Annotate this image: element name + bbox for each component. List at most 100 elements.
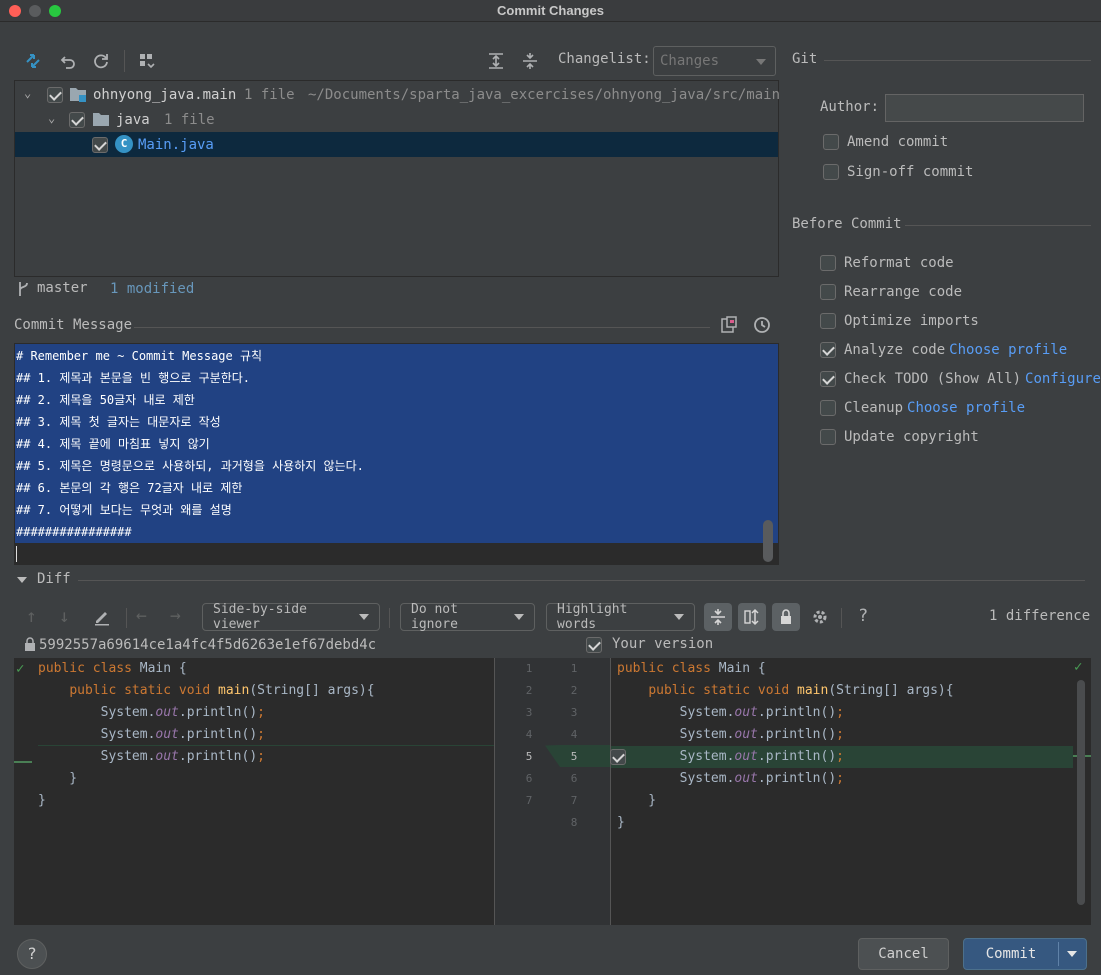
help-icon[interactable]: ? xyxy=(17,939,47,969)
left-line-number: 5 xyxy=(525,750,533,763)
window-title: Commit Changes xyxy=(497,3,604,18)
code-line: System.out.println(); xyxy=(617,705,844,720)
analyze-code-option[interactable]: Analyze code Choose profile xyxy=(820,342,1067,358)
separator xyxy=(824,60,1091,61)
show-diff-icon[interactable] xyxy=(22,50,44,72)
message-line: ## 6. 본문의 각 행은 72글자 내로 제한 xyxy=(16,481,243,495)
signoff-commit-label: Sign-off commit xyxy=(847,164,974,180)
update-copyright-checkbox[interactable] xyxy=(820,429,836,445)
right-line-number: 1 xyxy=(570,662,578,675)
tree-row-file[interactable]: C Main.java xyxy=(15,132,778,157)
history-clock-icon[interactable] xyxy=(751,314,773,336)
highlight-select[interactable]: Highlight words xyxy=(546,602,695,632)
group-by-icon[interactable] xyxy=(136,50,158,72)
optimize-imports-option[interactable]: Optimize imports xyxy=(820,313,979,329)
collapse-all-icon[interactable] xyxy=(519,50,541,72)
viewer-value: Side-by-side viewer xyxy=(213,602,307,632)
refresh-icon[interactable] xyxy=(90,50,112,72)
right-line-number: 5 xyxy=(570,750,578,763)
tree-row-module[interactable]: ⌄ ohnyong_java.main 1 file ~/Documents/s… xyxy=(15,82,780,107)
right-line-number: 7 xyxy=(570,794,578,807)
toolbar-separator xyxy=(389,608,390,628)
message-line: ## 2. 제목을 50글자 내로 제한 xyxy=(16,393,195,407)
back-arrow-icon[interactable]: ← xyxy=(136,605,147,626)
chevron-down-icon[interactable]: ⌄ xyxy=(48,111,55,125)
ignore-select[interactable]: Do not ignore xyxy=(400,602,535,632)
analyze-code-checkbox[interactable] xyxy=(820,342,836,358)
check-todo-label: Check TODO (Show All) xyxy=(844,371,1022,387)
left-line-number: 4 xyxy=(525,728,533,741)
left-line-number: 1 xyxy=(525,662,533,675)
check-icon: ✓ xyxy=(1074,659,1083,675)
help-icon[interactable]: ? xyxy=(858,606,868,626)
code-line: System.out.println(); xyxy=(617,727,844,742)
before-commit-section-title: Before Commit xyxy=(792,216,902,232)
lock-icon[interactable] xyxy=(772,603,800,631)
next-difference-icon[interactable]: ↓ xyxy=(59,606,70,627)
commit-options-dropdown[interactable] xyxy=(1059,939,1086,969)
todo-configure-link[interactable]: Configure xyxy=(1025,371,1101,387)
update-copyright-option[interactable]: Update copyright xyxy=(820,429,979,445)
amend-commit-option[interactable]: Amend commit xyxy=(823,134,948,150)
chevron-down-icon xyxy=(359,614,369,620)
left-line-number: 7 xyxy=(525,794,533,807)
changes-tree[interactable]: ⌄ ohnyong_java.main 1 file ~/Documents/s… xyxy=(14,80,780,277)
message-line: ## 7. 어떻게 보다는 무엇과 왜를 설명 xyxy=(16,503,232,517)
code-line: } xyxy=(617,793,657,808)
cleanup-checkbox[interactable] xyxy=(820,400,836,416)
commit-message-label: Commit Message xyxy=(14,317,133,333)
code-line: System.out.println(); xyxy=(617,749,844,764)
sync-scroll-icon[interactable] xyxy=(738,603,766,631)
chevron-down-icon[interactable]: ⌄ xyxy=(24,86,31,100)
right-version-title: Your version xyxy=(612,636,714,652)
expand-all-icon[interactable] xyxy=(485,50,507,72)
optimize-imports-checkbox[interactable] xyxy=(820,313,836,329)
chevron-down-icon xyxy=(674,614,684,620)
right-line-number: 6 xyxy=(570,772,578,785)
cleanup-option[interactable]: Cleanup Choose profile xyxy=(820,400,1025,416)
modified-count[interactable]: 1 modified xyxy=(110,281,194,297)
rearrange-option[interactable]: Rearrange code xyxy=(820,284,962,300)
viewer-select[interactable]: Side-by-side viewer xyxy=(202,602,380,632)
module-checkbox[interactable] xyxy=(47,86,63,103)
toolbar-separator xyxy=(124,50,125,72)
branch-name[interactable]: master xyxy=(37,280,88,296)
check-icon: ✓ xyxy=(16,661,25,677)
check-todo-checkbox[interactable] xyxy=(820,371,836,387)
forward-arrow-icon[interactable]: → xyxy=(170,605,181,626)
file-checkbox[interactable] xyxy=(92,136,108,153)
tree-row-folder[interactable]: ⌄ java 1 file xyxy=(15,107,778,132)
commit-message-textarea[interactable]: # Remember me ~ Commit Message 규칙 ## 1. … xyxy=(14,343,779,565)
chevron-down-icon xyxy=(756,59,766,65)
folder-checkbox[interactable] xyxy=(69,111,85,128)
changelist-select[interactable]: Changes xyxy=(653,46,776,76)
amend-commit-checkbox[interactable] xyxy=(823,134,839,150)
gear-icon[interactable] xyxy=(809,606,831,628)
signoff-commit-option[interactable]: Sign-off commit xyxy=(823,164,973,180)
collapse-diff-icon[interactable] xyxy=(17,577,27,583)
right-editor-scrollbar[interactable] xyxy=(1077,680,1085,905)
rearrange-checkbox[interactable] xyxy=(820,284,836,300)
cancel-button[interactable]: Cancel xyxy=(858,938,949,970)
code-line: } xyxy=(617,815,625,830)
cleanup-choose-profile-link[interactable]: Choose profile xyxy=(907,400,1025,416)
rollback-icon[interactable] xyxy=(57,50,79,72)
reformat-checkbox[interactable] xyxy=(820,255,836,271)
commit-button-group[interactable]: Commit xyxy=(963,938,1087,970)
code-line: System.out.println(); xyxy=(38,749,265,764)
author-input[interactable] xyxy=(885,94,1084,122)
previous-difference-icon[interactable]: ↑ xyxy=(26,606,37,627)
commit-button[interactable]: Commit xyxy=(964,939,1058,969)
commit-template-icon[interactable] xyxy=(718,314,740,336)
reformat-option[interactable]: Reformat code xyxy=(820,255,954,271)
edit-source-icon[interactable] xyxy=(91,606,113,628)
check-todo-option[interactable]: Check TODO (Show All) Configure xyxy=(820,371,1101,387)
module-name: ohnyong_java.main xyxy=(93,86,237,103)
your-version-checkbox[interactable] xyxy=(586,637,602,653)
folder-icon xyxy=(92,111,110,131)
collapse-unchanged-icon[interactable] xyxy=(704,603,732,631)
analyze-choose-profile-link[interactable]: Choose profile xyxy=(949,342,1067,358)
message-line: ################ xyxy=(16,525,132,539)
message-scrollbar[interactable] xyxy=(763,520,773,562)
signoff-commit-checkbox[interactable] xyxy=(823,164,839,180)
